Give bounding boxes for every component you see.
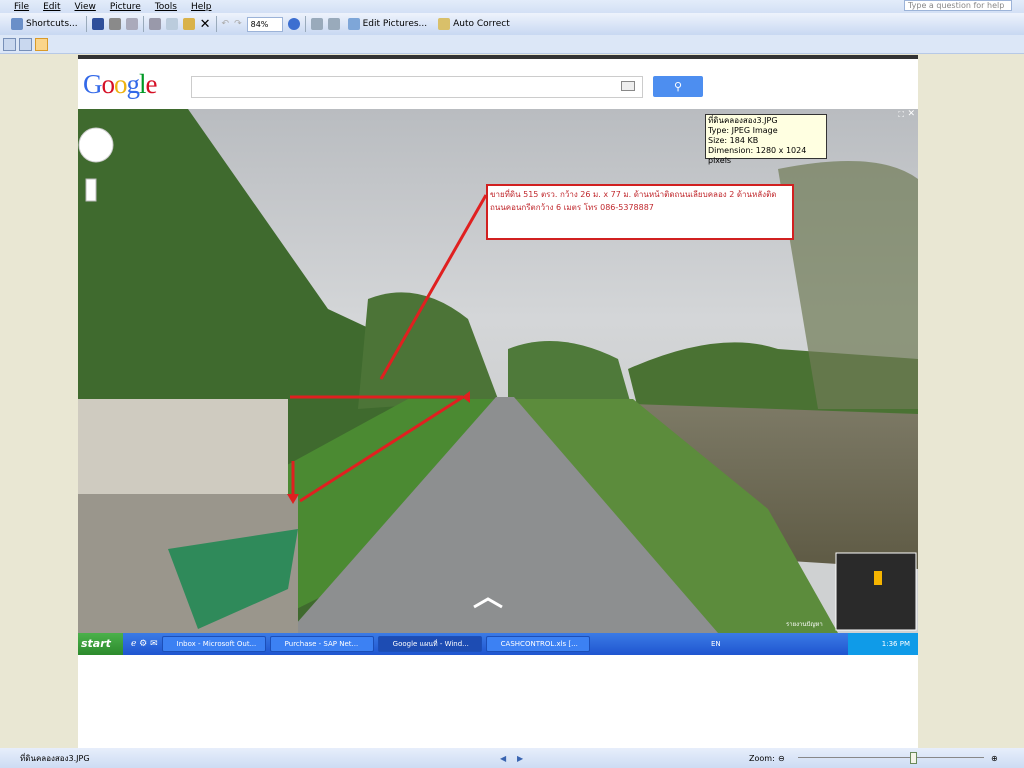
tooltip-size: Size: 184 KB bbox=[708, 136, 759, 145]
zoom-select[interactable]: 84% bbox=[246, 16, 283, 32]
search-icon: ⚲ bbox=[673, 80, 683, 93]
toolbar: Shortcuts... ✕ ↶ ↷ 84% Edit Pictures... … bbox=[0, 13, 1024, 35]
menu-view[interactable]: View bbox=[75, 2, 96, 12]
menu-picture[interactable]: Picture bbox=[110, 2, 141, 12]
quick-launch-icons[interactable]: ℯ ⚙ ✉ bbox=[131, 639, 158, 649]
menu-help[interactable]: Help bbox=[191, 2, 212, 12]
compass-control[interactable] bbox=[79, 128, 114, 163]
move-forward-arrow[interactable] bbox=[474, 595, 502, 609]
annotation-line-2: ถนนคอนกรีตกว้าง 6 เมตร โทร 086-5378887 bbox=[490, 203, 654, 212]
shortcuts-icon bbox=[11, 18, 23, 30]
task-outlook[interactable]: Inbox - Microsoft Out... bbox=[161, 636, 266, 652]
print-icon[interactable] bbox=[108, 18, 121, 30]
status-bar: ที่ดินคลองสอง3.JPG ◀ ▶ Zoom: ⊖ ⊕ bbox=[0, 748, 1024, 768]
copy-icon[interactable] bbox=[165, 18, 178, 30]
zoom-control[interactable] bbox=[86, 179, 96, 201]
sale-annotation: ขายที่ดิน 515 ตรว. กว้าง 26 ม. x 77 ม. ด… bbox=[486, 184, 794, 240]
delete-icon[interactable]: ✕ bbox=[200, 17, 211, 32]
fullscreen-icon[interactable]: ⛶ bbox=[898, 110, 904, 120]
email-icon[interactable] bbox=[125, 18, 138, 30]
start-button[interactable]: start bbox=[78, 633, 123, 655]
cut-icon[interactable] bbox=[148, 18, 161, 30]
single-picture-view-button[interactable] bbox=[35, 37, 48, 51]
paste-icon[interactable] bbox=[182, 18, 195, 30]
filmstrip-view-button[interactable] bbox=[19, 37, 32, 51]
system-tray: 1:36 PM bbox=[848, 633, 918, 655]
save-icon[interactable] bbox=[91, 18, 104, 30]
help-search-input[interactable]: Type a question for help bbox=[904, 0, 1012, 11]
tooltip-filename: ที่ดินคลองสอง3.JPG bbox=[708, 116, 778, 125]
edit-pictures-icon bbox=[347, 18, 360, 30]
status-filename: ที่ดินคลองสอง3.JPG bbox=[20, 753, 90, 763]
auto-correct-icon bbox=[438, 18, 451, 30]
undo-icon[interactable]: ↶ bbox=[222, 19, 230, 29]
divider bbox=[215, 16, 217, 32]
tooltip-dimension: Dimension: 1280 x 1024 pixels bbox=[708, 146, 807, 165]
help-icon[interactable] bbox=[287, 18, 300, 30]
edit-pictures-button[interactable]: Edit Pictures... bbox=[345, 16, 431, 33]
divider bbox=[85, 16, 87, 32]
windows-taskbar: start ℯ ⚙ ✉ Inbox - Microsoft Out... Pur… bbox=[78, 633, 918, 655]
zoom-in-icon[interactable]: ⊕ bbox=[991, 754, 998, 763]
thumbnail-view-button[interactable] bbox=[3, 37, 16, 51]
picture-canvas: Google ⚲ ⛶ ✕ ที่ดินคลองสอง3.JPG Type: JP… bbox=[78, 55, 918, 748]
edit-pictures-label: Edit Pictures... bbox=[362, 19, 428, 29]
minimap[interactable] bbox=[836, 553, 916, 630]
previous-picture-button[interactable]: ◀ bbox=[500, 754, 506, 763]
zoom-slider[interactable] bbox=[798, 757, 984, 758]
auto-correct-button[interactable]: Auto Correct bbox=[435, 16, 513, 33]
shortcuts-button[interactable]: Shortcuts... bbox=[8, 16, 81, 33]
menu-bar: File Edit View Picture Tools Help Type a… bbox=[0, 0, 1024, 13]
street-view-image: ⛶ ✕ ที่ดินคลองสอง3.JPG Type: JPEG Image … bbox=[78, 109, 918, 633]
next-picture-button[interactable]: ▶ bbox=[517, 754, 523, 763]
clock: 1:36 PM bbox=[881, 640, 910, 648]
zoom-label: Zoom: bbox=[749, 753, 775, 763]
zoom-out-icon[interactable]: ⊖ bbox=[778, 754, 785, 763]
menu-edit[interactable]: Edit bbox=[43, 2, 60, 12]
report-problem-link[interactable]: รายงานปัญหา bbox=[786, 619, 823, 629]
rotate-left-icon[interactable] bbox=[310, 18, 323, 30]
menu-tools[interactable]: Tools bbox=[155, 2, 177, 12]
redo-icon[interactable]: ↷ bbox=[234, 19, 242, 29]
language-indicator[interactable]: EN bbox=[711, 640, 721, 648]
shortcuts-label: Shortcuts... bbox=[26, 19, 78, 29]
task-google-maps[interactable]: Google แผนที่ - Wind... bbox=[377, 636, 482, 652]
rotate-right-icon[interactable] bbox=[327, 18, 340, 30]
google-search-button[interactable]: ⚲ bbox=[653, 76, 703, 97]
divider bbox=[304, 16, 306, 32]
zoom-slider-thumb[interactable] bbox=[910, 752, 918, 764]
file-info-tooltip: ที่ดินคลองสอง3.JPG Type: JPEG Image Size… bbox=[705, 114, 827, 165]
google-search-input[interactable] bbox=[191, 76, 643, 98]
tooltip-type: Type: JPEG Image bbox=[708, 126, 778, 135]
task-cashcontrol[interactable]: CASHCONTROL.xls [... bbox=[485, 636, 590, 652]
google-header: Google ⚲ bbox=[78, 55, 918, 109]
view-bar bbox=[0, 35, 1024, 54]
google-logo: Google bbox=[83, 69, 157, 99]
menu-file[interactable]: File bbox=[14, 2, 29, 12]
auto-correct-label: Auto Correct bbox=[453, 19, 510, 29]
annotation-line-1: ขายที่ดิน 515 ตรว. กว้าง 26 ม. x 77 ม. ด… bbox=[490, 190, 777, 199]
keyboard-icon[interactable] bbox=[621, 81, 635, 91]
task-purchase[interactable]: Purchase - SAP Net... bbox=[269, 636, 374, 652]
close-icon[interactable]: ✕ bbox=[907, 109, 915, 119]
divider bbox=[142, 16, 144, 32]
